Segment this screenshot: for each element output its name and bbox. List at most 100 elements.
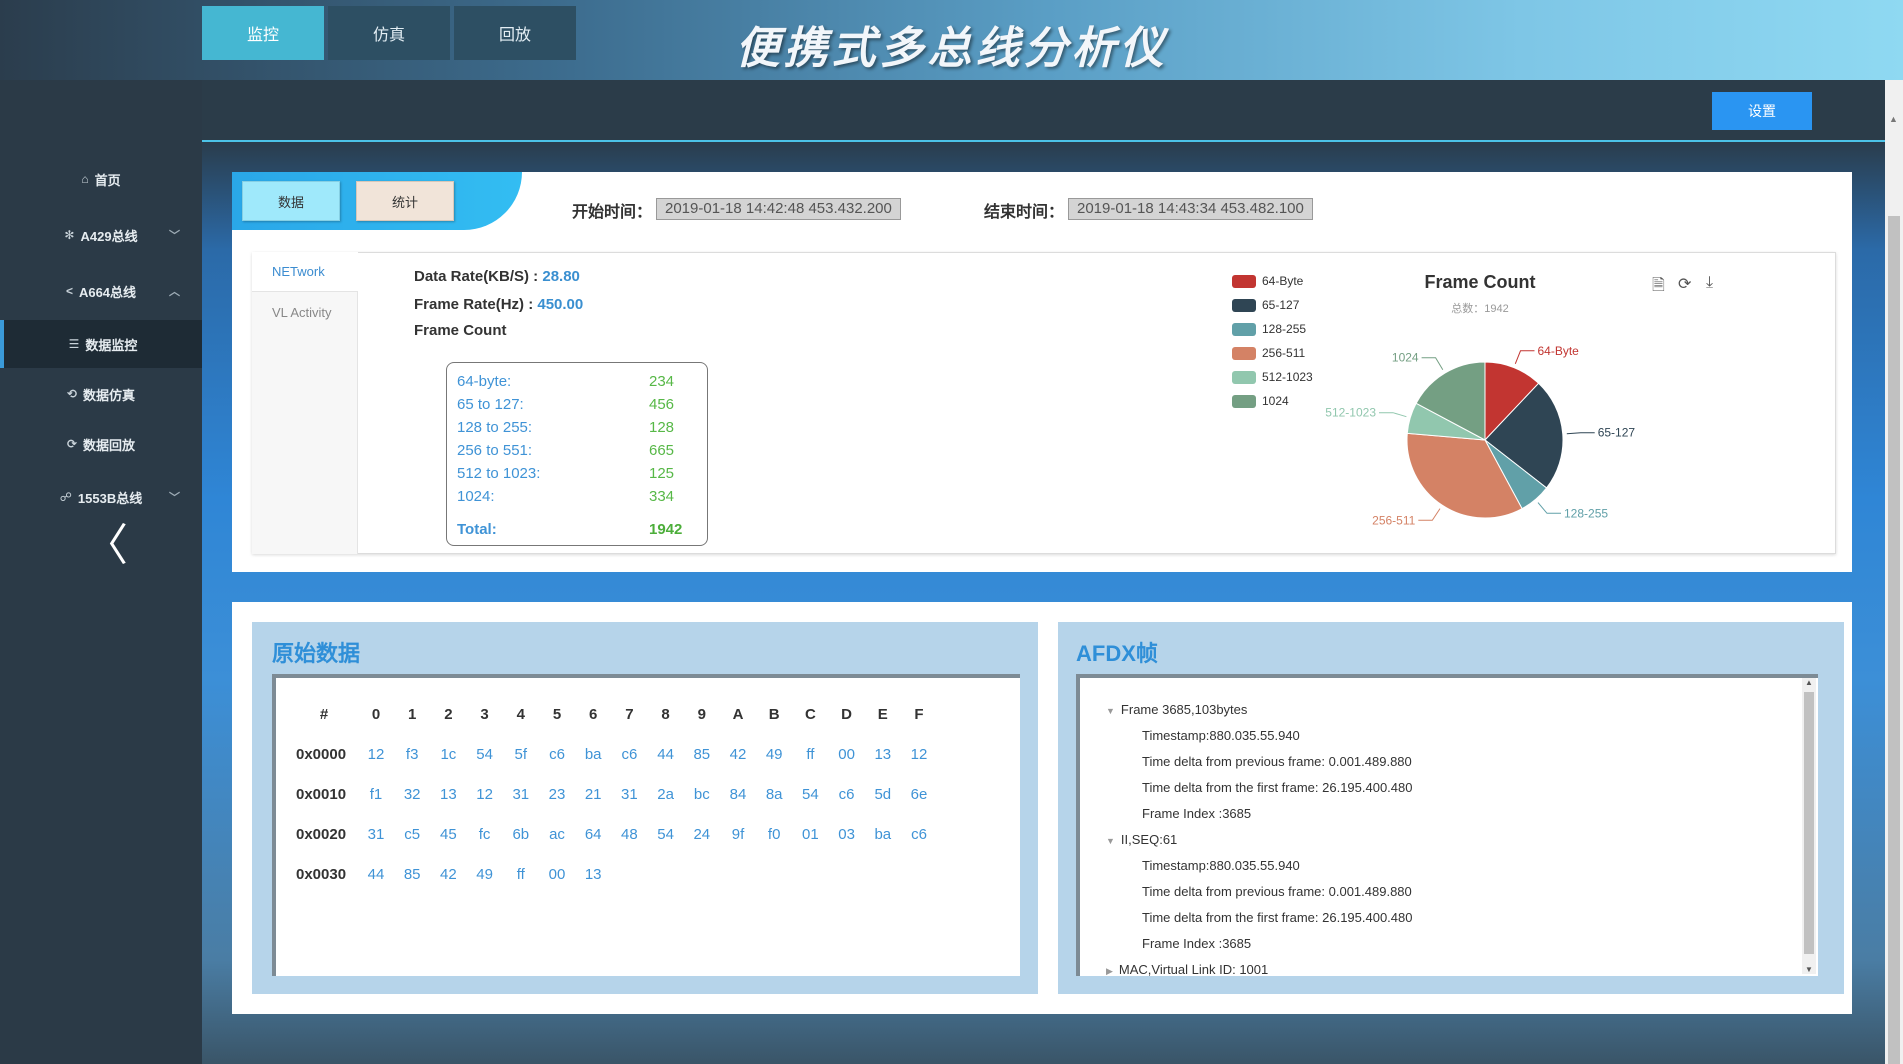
hex-byte[interactable]: 12 [467, 786, 503, 803]
legend-item[interactable]: 1024 [1232, 394, 1289, 408]
hex-byte[interactable]: 54 [648, 826, 684, 843]
tree-leaf[interactable]: Frame Index :3685 [1142, 936, 1251, 951]
legend-item[interactable]: 256-511 [1232, 346, 1305, 360]
hex-byte[interactable]: ba [575, 746, 611, 763]
sidebar-item-a664[interactable]: < A664总线 ︿ [0, 267, 202, 315]
hex-byte[interactable]: 6b [503, 826, 539, 843]
hex-byte[interactable]: 42 [720, 746, 756, 763]
hex-byte[interactable]: 45 [430, 826, 466, 843]
hex-byte[interactable]: c6 [611, 746, 647, 763]
expand-arrow-icon[interactable]: ▼ [1106, 836, 1115, 846]
sidebar-item-data-replay[interactable]: ⟳ 数据回放 [0, 420, 202, 468]
statistics-button[interactable]: 统计 [356, 181, 454, 221]
refresh-icon[interactable]: ⟳ [1678, 274, 1691, 294]
expand-arrow-icon[interactable]: ▼ [1106, 706, 1115, 716]
hex-byte[interactable]: 2a [648, 786, 684, 803]
download-icon[interactable]: ⤓ [1706, 274, 1713, 292]
hex-byte[interactable]: 44 [358, 866, 394, 883]
hex-byte[interactable]: 64 [575, 826, 611, 843]
hex-byte[interactable]: 85 [684, 746, 720, 763]
scroll-up-icon[interactable]: ▲ [1805, 678, 1813, 687]
hex-byte[interactable]: ba [865, 826, 901, 843]
tree-leaf[interactable]: Time delta from the first frame: 26.195.… [1142, 780, 1413, 795]
sidebar-item-data-monitor[interactable]: ☰ 数据监控 [0, 320, 202, 368]
hex-byte[interactable]: f0 [756, 826, 792, 843]
hex-byte[interactable]: 03 [829, 826, 865, 843]
hex-byte[interactable]: 8a [756, 786, 792, 803]
tree-leaf[interactable]: Time delta from the first frame: 26.195.… [1142, 910, 1413, 925]
tree-leaf[interactable]: Time delta from previous frame: 0.001.48… [1142, 754, 1412, 769]
data-view-icon[interactable]: 🗎 [1652, 274, 1665, 301]
hex-byte[interactable]: ff [503, 866, 539, 883]
hex-byte[interactable]: 84 [720, 786, 756, 803]
hex-byte[interactable]: f1 [358, 786, 394, 803]
tab-playback[interactable]: 回放 [454, 6, 576, 60]
tree-leaf[interactable]: Timestamp:880.035.55.940 [1142, 728, 1300, 743]
legend-item[interactable]: 64-Byte [1232, 274, 1303, 288]
hex-byte[interactable]: 48 [611, 826, 647, 843]
subtab-vl-activity[interactable]: VL Activity [252, 292, 358, 332]
tree-node[interactable]: ▼ Frame 3685,103bytes [1106, 702, 1247, 717]
scrollbar-thumb[interactable] [1804, 692, 1814, 954]
scroll-up-icon[interactable]: ▲ [1889, 114, 1898, 124]
hex-byte[interactable]: f3 [394, 746, 430, 763]
hex-byte[interactable]: 5f [503, 746, 539, 763]
hex-byte[interactable]: 12 [901, 746, 937, 763]
hex-byte[interactable]: bc [684, 786, 720, 803]
sidebar-item-a429[interactable]: ✻ A429总线 ﹀ [0, 211, 202, 259]
tree-node[interactable]: ▶ MAC,Virtual Link ID: 1001 [1106, 962, 1268, 977]
hex-byte[interactable]: 49 [467, 866, 503, 883]
hex-byte[interactable]: 23 [539, 786, 575, 803]
subtab-network[interactable]: NETwork [252, 252, 358, 292]
tree-leaf[interactable]: Frame Index :3685 [1142, 806, 1251, 821]
hex-byte[interactable]: 9f [720, 826, 756, 843]
legend-item[interactable]: 65-127 [1232, 298, 1299, 312]
tab-monitor[interactable]: 监控 [202, 6, 324, 60]
hex-byte[interactable]: 32 [394, 786, 430, 803]
hex-byte[interactable]: 5d [865, 786, 901, 803]
hex-byte[interactable]: 42 [430, 866, 466, 883]
sidebar-item-1553b[interactable]: ☍ 1553B总线 ﹀ [0, 473, 202, 521]
tab-simulation[interactable]: 仿真 [328, 6, 450, 60]
legend-item[interactable]: 128-255 [1232, 322, 1306, 336]
hex-byte[interactable]: 31 [503, 786, 539, 803]
hex-byte[interactable]: 00 [829, 746, 865, 763]
sidebar-item-home[interactable]: ⌂ 首页 [0, 155, 202, 203]
hex-byte[interactable]: c6 [539, 746, 575, 763]
data-button[interactable]: 数据 [242, 181, 340, 221]
hex-byte[interactable]: 54 [467, 746, 503, 763]
hex-byte[interactable]: 24 [684, 826, 720, 843]
tree-leaf[interactable]: Time delta from previous frame: 0.001.48… [1142, 884, 1412, 899]
hex-byte[interactable]: fc [467, 826, 503, 843]
hex-byte[interactable]: 13 [430, 786, 466, 803]
scroll-down-icon[interactable]: ▼ [1805, 965, 1813, 974]
hex-byte[interactable]: 21 [575, 786, 611, 803]
hex-byte[interactable]: 13 [865, 746, 901, 763]
collapse-arrow-icon[interactable]: ▶ [1106, 966, 1113, 976]
hex-byte[interactable]: 13 [575, 866, 611, 883]
hex-byte[interactable]: 31 [358, 826, 394, 843]
scrollbar-thumb[interactable] [1888, 216, 1900, 1064]
hex-byte[interactable]: c6 [829, 786, 865, 803]
hex-byte[interactable]: 01 [792, 826, 828, 843]
sidebar-item-data-sim[interactable]: ⟲ 数据仿真 [0, 370, 202, 418]
collapse-sidebar-icon[interactable]: 〈 [84, 524, 128, 568]
hex-byte[interactable]: c6 [901, 826, 937, 843]
hex-byte[interactable]: c5 [394, 826, 430, 843]
hex-byte[interactable]: 6e [901, 786, 937, 803]
tree-node[interactable]: ▼ II,SEQ:61 [1106, 832, 1177, 847]
hex-byte[interactable]: ac [539, 826, 575, 843]
hex-byte[interactable]: 1c [430, 746, 466, 763]
settings-button[interactable]: 设置 [1712, 92, 1812, 130]
hex-byte[interactable]: 00 [539, 866, 575, 883]
afdx-scrollbar[interactable]: ▲ ▼ [1802, 678, 1816, 974]
hex-byte[interactable]: 54 [792, 786, 828, 803]
hex-byte[interactable]: 31 [611, 786, 647, 803]
hex-byte[interactable]: 85 [394, 866, 430, 883]
hex-byte[interactable]: ff [792, 746, 828, 763]
hex-byte[interactable]: 12 [358, 746, 394, 763]
tree-leaf[interactable]: Timestamp:880.035.55.940 [1142, 858, 1300, 873]
hex-byte[interactable]: 49 [756, 746, 792, 763]
hex-byte[interactable]: 44 [648, 746, 684, 763]
page-scrollbar[interactable]: ▲ [1885, 80, 1903, 1064]
